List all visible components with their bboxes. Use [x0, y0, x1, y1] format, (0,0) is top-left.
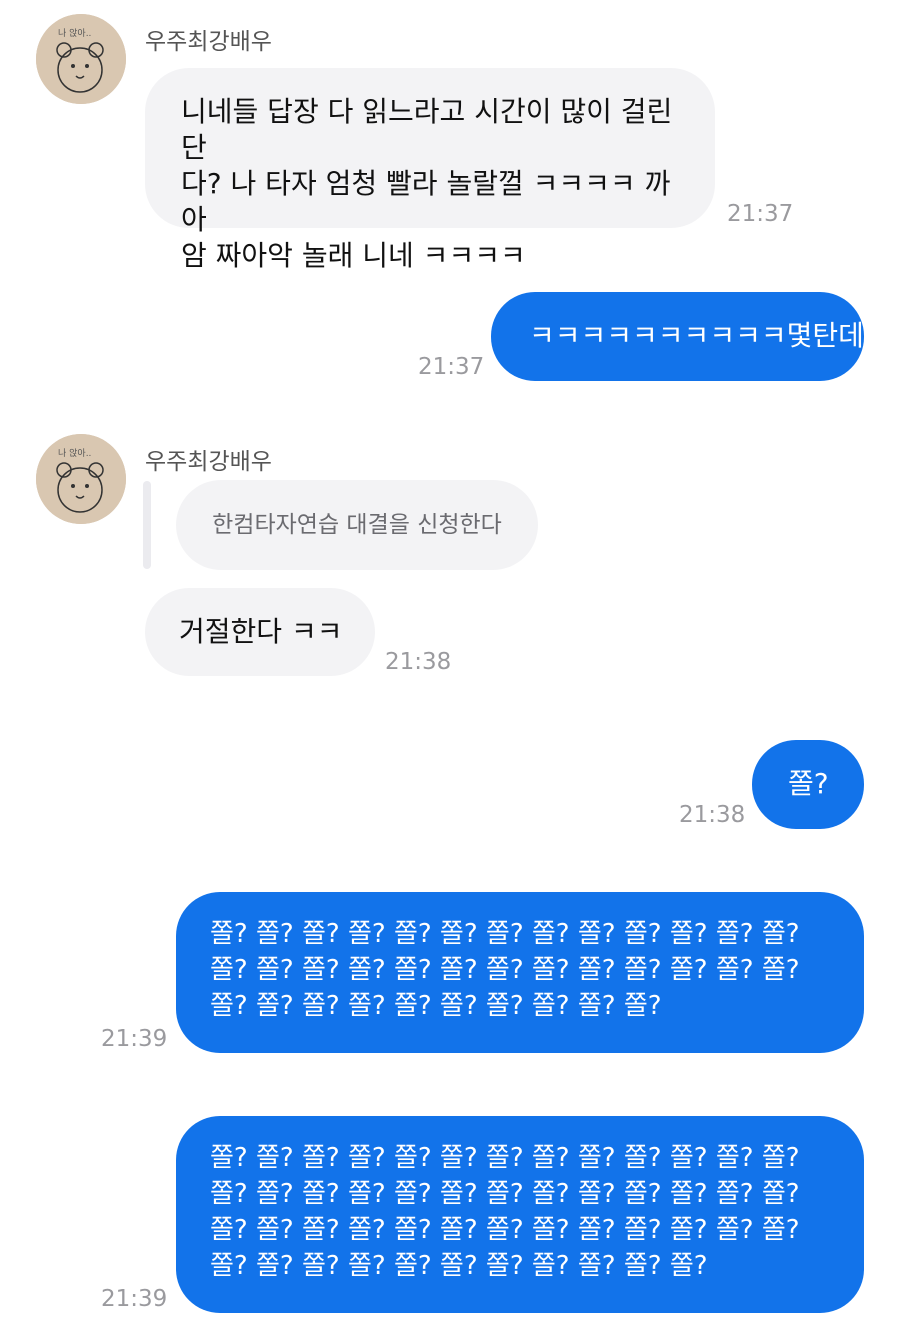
bear-sketch-icon: 나 앉아.. — [36, 434, 126, 524]
sender-name: 우주최강배우 — [145, 449, 272, 475]
message-timestamp: 21:39 — [101, 1026, 168, 1052]
message-bubble-incoming[interactable]: 거절한다 ㅋㅋ — [145, 588, 375, 676]
avatar[interactable]: 나 앉아.. — [36, 434, 126, 524]
message-bubble-outgoing[interactable]: 쫄? 쫄? 쫄? 쫄? 쫄? 쫄? 쫄? 쫄? 쫄? 쫄? 쫄? 쫄? 쫄? 쫄… — [176, 1116, 864, 1313]
message-timestamp: 21:38 — [385, 649, 452, 675]
message-timestamp: 21:38 — [679, 802, 746, 828]
message-bubble-incoming[interactable]: 니네들 답장 다 읽느라고 시간이 많이 걸린단 다? 나 타자 엄청 빨라 놀… — [145, 68, 715, 272]
message-bubble-outgoing[interactable]: 쫄? — [752, 740, 864, 829]
message-bubble-outgoing[interactable]: ㅋㅋㅋㅋㅋㅋㅋㅋㅋㅋ몇탄데 — [491, 292, 864, 381]
replied-message-preview[interactable]: 한컴타자연습 대결을 신청한다 — [176, 480, 538, 570]
reply-indicator-bar — [143, 481, 151, 569]
avatar[interactable]: 나 앉아.. — [36, 14, 126, 104]
message-timestamp: 21:37 — [727, 201, 794, 227]
avatar-caption: 나 앉아.. — [58, 447, 91, 459]
message-timestamp: 21:39 — [101, 1286, 168, 1312]
message-timestamp: 21:37 — [418, 354, 485, 380]
sender-name: 우주최강배우 — [145, 29, 272, 55]
avatar-caption: 나 앉아.. — [58, 27, 91, 39]
bear-sketch-icon: 나 앉아.. — [36, 14, 126, 104]
message-bubble-outgoing[interactable]: 쫄? 쫄? 쫄? 쫄? 쫄? 쫄? 쫄? 쫄? 쫄? 쫄? 쫄? 쫄? 쫄? 쫄… — [176, 892, 864, 1053]
